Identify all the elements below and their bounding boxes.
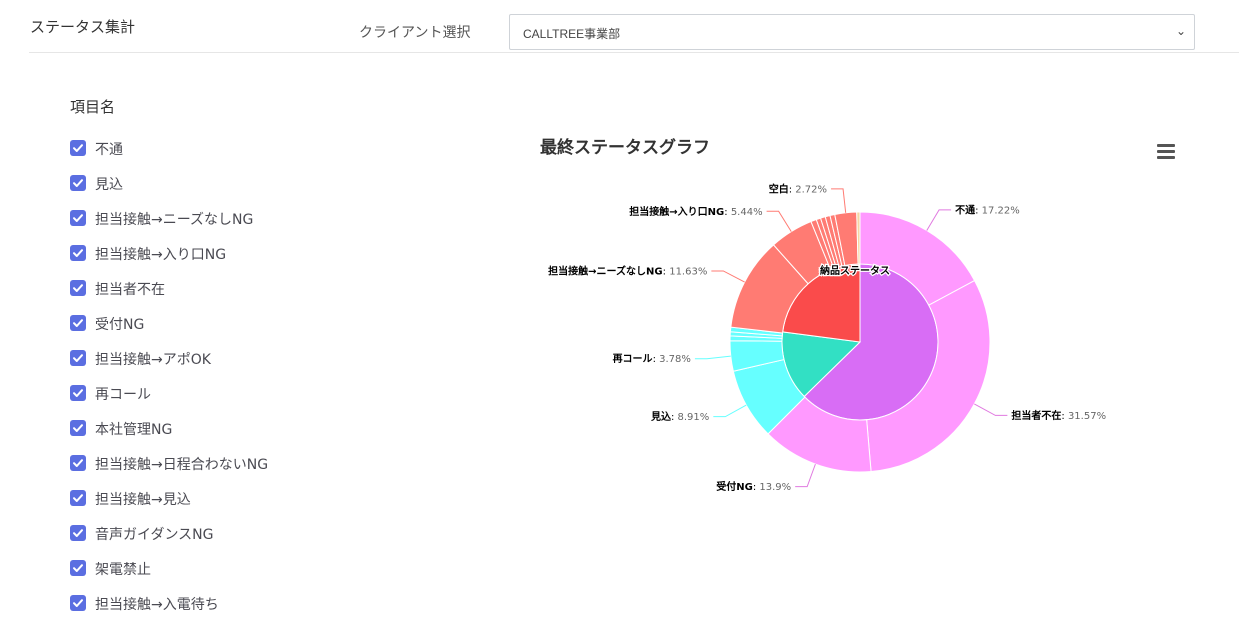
data-label: 担当接触→入り口NG: 5.44% [629,205,762,218]
data-label-connector [694,355,731,360]
status-filter-label: 受付NG [95,317,145,333]
chart-title: 最終ステータスグラフ [540,138,710,158]
data-label-connector [974,403,1008,416]
data-label: 受付NG: 13.9% [716,480,791,493]
status-filter-label: 再コール [95,387,151,403]
status-filter-label: 音声ガイダンスNG [95,527,214,543]
checkbox-checked-icon[interactable] [70,525,86,541]
chevron-down-icon: ⌄ [1175,24,1186,38]
status-filter-label: 担当接触→日程合わないNG [95,457,269,473]
data-label: 不通: 17.22% [955,204,1020,216]
status-filter-label: 担当接触→入り口NG [95,247,227,263]
top-bar: ステータス集計 クライアント選択 CALLTREE事業部 ⌄ [0,0,1239,53]
status-filter-label: 本社管理NG [95,422,173,438]
checkbox-checked-icon[interactable] [70,595,86,611]
status-filter-label: 担当接触→入電待ち [95,597,219,613]
status-filter-label: 見込 [95,177,123,193]
status-filter-label: 担当接触→ニーズなしNG [95,212,254,228]
data-label-connector [926,209,952,231]
checkbox-checked-icon[interactable] [70,385,86,401]
client-select[interactable]: CALLTREE事業部 ⌄ [509,14,1195,50]
checkbox-checked-icon[interactable] [70,210,86,226]
status-pie-chart: 不通: 17.22% 担当者不在: 31.57% 受付NG: 13.9% 見込: 8.… [548,182,1106,493]
checkbox-checked-icon[interactable] [70,245,86,261]
data-label: 担当者不在: 31.57% [1011,409,1106,422]
data-label-connector [766,210,792,232]
checkbox-checked-icon[interactable] [70,175,86,191]
checkbox-checked-icon[interactable] [70,420,86,436]
page-title: ステータス集計 [30,18,136,36]
checkbox-checked-icon[interactable] [70,455,86,471]
status-filter-label: 不通 [95,142,123,158]
data-label: 再コール: 3.78% [613,353,691,365]
data-label-connector [711,270,745,283]
status-filter-label: 担当接触→アポOK [95,352,211,368]
items-title: 項目名 [70,98,116,116]
client-select-label: クライアント選択 [359,25,471,41]
chart-menu-icon[interactable] [1157,144,1176,160]
checkbox-checked-icon[interactable] [70,560,86,576]
checkbox-checked-icon[interactable] [70,490,86,506]
inner-ring-label: 納品ステータス [820,264,890,277]
status-filter-label: 架電禁止 [95,562,151,578]
data-label: 見込: 8.91% [650,410,709,423]
data-label-connector [795,463,816,488]
status-filter-label: 担当接触→見込 [95,492,191,508]
checkbox-checked-icon[interactable] [70,350,86,366]
header-divider [29,52,1239,53]
data-label-connector [831,188,847,213]
data-label-connector [713,404,747,418]
checkbox-checked-icon[interactable] [70,280,86,296]
data-label: 空白: 2.72% [769,182,827,195]
status-filter-label: 担当者不在 [95,282,165,298]
checkbox-checked-icon[interactable] [70,315,86,331]
data-label: 担当接触→ニーズなしNG: 11.63% [548,264,707,277]
checkbox-checked-icon[interactable] [70,140,86,156]
client-select-value: CALLTREE事業部 [523,27,621,41]
